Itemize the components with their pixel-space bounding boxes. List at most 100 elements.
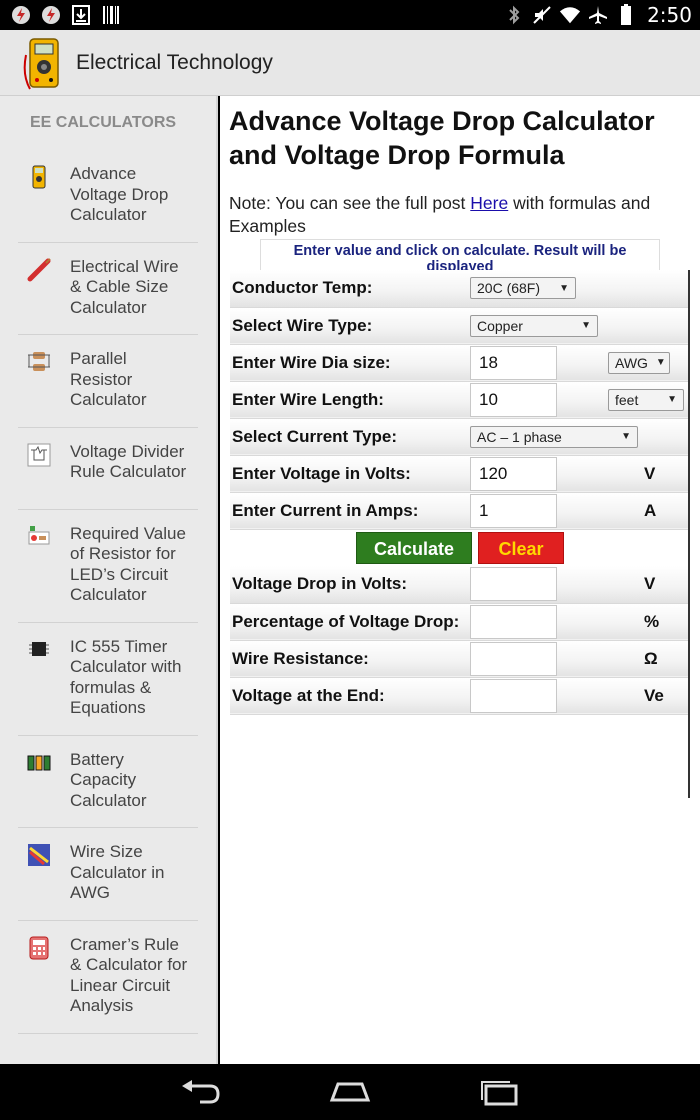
result-unit: Ω (604, 640, 690, 678)
result-row: Percentage of Voltage Drop: % (230, 603, 690, 641)
form-row: Select Current Type: AC – 1 phase ▼ (230, 418, 690, 456)
barcode-icon (100, 4, 122, 26)
dropdown-arrow-icon: ▼ (621, 431, 631, 442)
result-unit: V (604, 566, 690, 604)
wire-dia-label: Enter Wire Dia size: (230, 344, 470, 382)
drawer-item-parallel-resistor[interactable]: Parallel Resistor Calculator (18, 335, 198, 428)
voltage-label: Enter Voltage in Volts: (230, 455, 470, 493)
result-unit: % (604, 603, 690, 641)
calculator-icon (29, 936, 49, 959)
select-value: feet (615, 391, 639, 408)
clear-button[interactable]: Clear (478, 531, 564, 564)
wire-dia-unit-select[interactable]: AWG ▼ (608, 351, 670, 374)
drawer-item-label: IC 555 Timer Calculator with formulas & … (70, 636, 182, 718)
dropdown-arrow-icon: ▼ (655, 357, 666, 368)
drawer-item-wire-size-awg[interactable]: Wire Size Calculator in AWG (18, 828, 198, 921)
ic-chip-icon (29, 641, 49, 656)
wire-length-label: Enter Wire Length: (230, 381, 470, 419)
form-row: Enter Wire Dia size: 18 AWG ▼ (230, 344, 690, 382)
drawer-item-advance-voltage-drop[interactable]: Advance Voltage Drop Calculator (18, 150, 198, 243)
drawer-item-wire-cable-size[interactable]: Electrical Wire & Cable Size Calculator (18, 243, 198, 335)
voltage-unit: V (604, 455, 690, 493)
select-value: 20C (68F) (477, 280, 541, 297)
wire-length-unit-select[interactable]: feet ▼ (608, 388, 684, 411)
current-unit: A (604, 492, 690, 530)
conductor-temp-label: Conductor Temp: (230, 270, 470, 308)
current-type-label: Select Current Type: (230, 418, 470, 456)
airplane-icon (587, 4, 609, 26)
voltage-drop-output[interactable] (470, 567, 557, 602)
form-row: Conductor Temp: 20C (68F) ▼ (230, 270, 690, 308)
result-label: Voltage Drop in Volts: (230, 566, 470, 604)
app-bar: Electrical Technology (0, 30, 700, 96)
current-type-select[interactable]: AC – 1 phase ▼ (470, 425, 638, 448)
led-circuit-icon (28, 525, 50, 544)
drawer-item-label: Electrical Wire & Cable Size Calculator (70, 256, 179, 317)
form-row: Enter Current in Amps: 1 A (230, 492, 690, 530)
result-label: Voltage at the End: (230, 677, 470, 715)
battery-icon (615, 4, 637, 26)
app-notification-icon (10, 4, 32, 26)
calculator-form: Conductor Temp: 20C (68F) ▼ Select Wire T… (230, 270, 690, 715)
button-row: Calculate Clear (230, 529, 690, 566)
home-icon[interactable] (328, 1078, 372, 1106)
wire-length-input[interactable]: 10 (470, 382, 557, 417)
voltage-input[interactable]: 120 (470, 456, 557, 491)
system-navigation-bar (0, 1064, 700, 1120)
multimeter-icon (32, 165, 46, 189)
drawer-item-label: Advance Voltage Drop Calculator (70, 164, 169, 224)
result-label: Percentage of Voltage Drop: (230, 603, 470, 641)
dropdown-arrow-icon: ▼ (581, 320, 591, 331)
multimeter-icon[interactable] (22, 35, 66, 91)
result-row: Wire Resistance: Ω (230, 640, 690, 678)
drawer-item-label: Required Value of Resistor for LED’s Cir… (70, 523, 186, 605)
app-notification-icon (40, 4, 62, 26)
recent-apps-icon[interactable] (478, 1078, 522, 1106)
drawer-item-label: Voltage Divider Rule Calculator (70, 441, 187, 482)
table-border (688, 270, 690, 798)
select-value: AC – 1 phase (477, 428, 562, 445)
percentage-drop-output[interactable] (470, 604, 557, 639)
here-link[interactable]: Here (470, 193, 508, 213)
current-label: Enter Current in Amps: (230, 492, 470, 530)
mute-icon (531, 4, 553, 26)
wire-resistance-output[interactable] (470, 641, 557, 676)
navigation-drawer: EE CALCULATORS Advance Voltage Drop Calc… (0, 96, 218, 1064)
dropdown-arrow-icon: ▼ (559, 282, 569, 294)
drawer-item-ic-555-timer[interactable]: IC 555 Timer Calculator with formulas & … (18, 623, 198, 736)
result-label: Wire Resistance: (230, 640, 470, 678)
back-icon[interactable] (178, 1078, 222, 1106)
select-value: AWG (615, 354, 648, 371)
drawer-header: EE CALCULATORS (30, 114, 177, 131)
drawer-item-battery-capacity[interactable]: Battery Capacity Calculator (18, 736, 198, 828)
result-row: Voltage Drop in Volts: V (230, 566, 690, 604)
calculate-button[interactable]: Calculate (356, 531, 472, 564)
resistor-icon (28, 352, 50, 371)
conductor-temp-select[interactable]: 20C (68F) ▼ (470, 277, 576, 300)
main-content: Advance Voltage Drop Calculator and Volt… (220, 96, 700, 1064)
page-title: Advance Voltage Drop Calculator and Volt… (229, 106, 655, 170)
app-title: Electrical Technology (76, 50, 273, 74)
wire-type-label: Select Wire Type: (230, 307, 470, 345)
drawer-item-label: Battery Capacity Calculator (70, 749, 147, 810)
wire-gauge-icon (28, 844, 50, 866)
wire-dia-input[interactable]: 18 (470, 345, 557, 380)
wire-icon (27, 257, 51, 281)
note-prefix: Note: You can see the full post (229, 193, 471, 213)
select-value: Copper (477, 317, 523, 334)
circuit-icon (27, 443, 51, 466)
current-input[interactable]: 1 (470, 493, 557, 528)
form-row: Enter Wire Length: 10 feet ▼ (230, 381, 690, 419)
result-row: Voltage at the End: Ve (230, 677, 690, 715)
note-text: Note: You can see the full post Here wit… (220, 172, 700, 238)
drawer-item-cramers-rule[interactable]: Cramer’s Rule & Calculator for Linear Ci… (18, 921, 198, 1034)
drawer-item-voltage-divider[interactable]: Voltage Divider Rule Calculator (18, 428, 198, 510)
drawer-item-led-resistor[interactable]: Required Value of Resistor for LED’s Cir… (18, 510, 198, 623)
drawer-item-label: Parallel Resistor Calculator (70, 349, 147, 409)
battery-cells-icon (27, 755, 51, 770)
dropdown-arrow-icon: ▼ (667, 394, 677, 405)
form-row: Enter Voltage in Volts: 120 V (230, 455, 690, 493)
wire-type-select[interactable]: Copper ▼ (470, 314, 598, 337)
form-row: Select Wire Type: Copper ▼ (230, 307, 690, 345)
voltage-at-end-output[interactable] (470, 678, 557, 713)
